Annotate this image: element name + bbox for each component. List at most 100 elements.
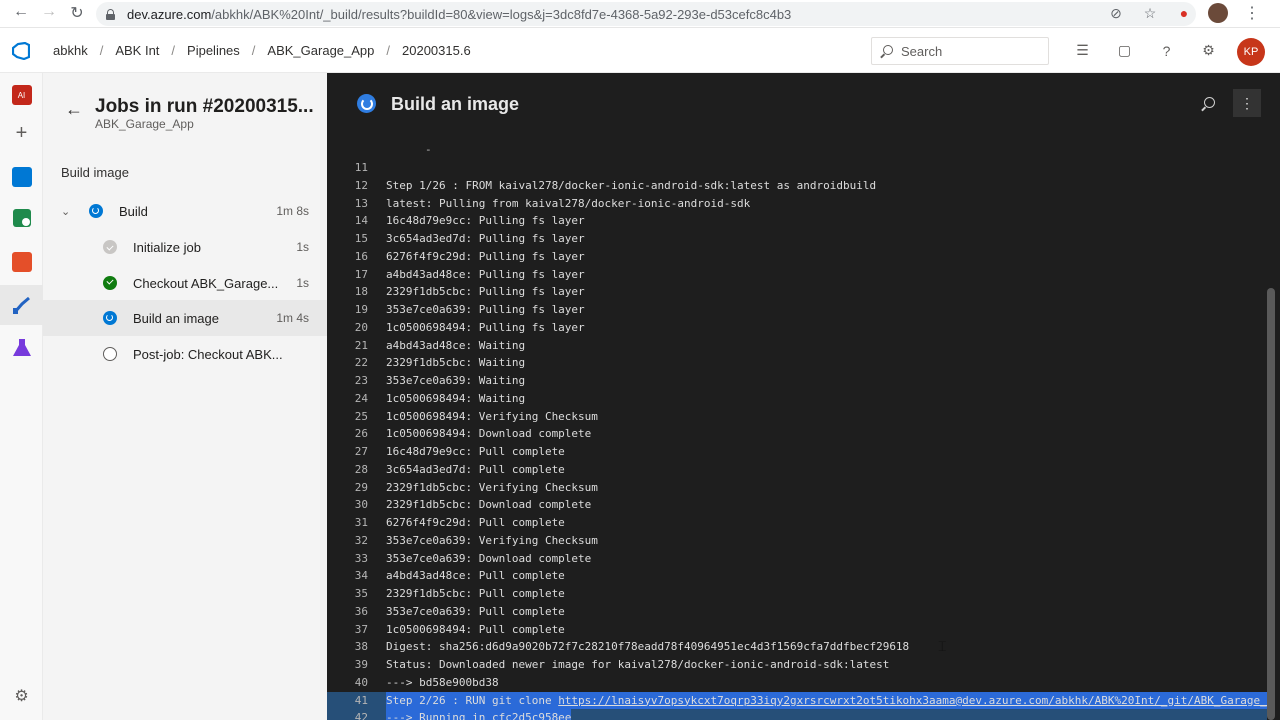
lock-icon (106, 8, 115, 20)
project-settings-item[interactable]: ⚙ (0, 676, 43, 716)
url-domain: dev.azure.com (127, 6, 212, 22)
log-line-text: 1c0500698494: Download complete (386, 427, 592, 441)
browser-forward-icon[interactable]: → (38, 3, 60, 21)
log-line-number: 19 (354, 303, 368, 316)
log-line-text: 16c48d79e9cc: Pull complete (386, 445, 565, 458)
jobs-panel: ← Jobs in run #20200315... ABK_Garage_Ap… (43, 73, 327, 720)
breadcrumb-pipelines[interactable]: Pipelines (187, 43, 240, 58)
step-name: Build an image (133, 310, 219, 326)
log-line-text: a4bd43ad48ce: Pulling fs layer (386, 267, 585, 281)
browser-profile-avatar[interactable] (1208, 3, 1228, 23)
pipelines-item[interactable] (0, 285, 43, 325)
back-arrow-icon[interactable]: ← (65, 99, 83, 120)
log-line: 36 353e7ce0a639: Pull complete (327, 603, 1267, 621)
help-icon[interactable]: ? (1156, 40, 1177, 61)
log-line-text: 6276f4f9c29d: Pull complete (386, 516, 565, 529)
log-line-text: 353e7ce0a639: Pulling fs layer (386, 303, 585, 316)
log-scrollbar[interactable] (1267, 288, 1275, 720)
breadcrumb-org[interactable]: abkhk (53, 43, 88, 58)
log-line-text: 6276f4f9c29d: Pulling fs layer (386, 249, 585, 263)
success-status-icon (103, 276, 117, 290)
log-line: 21 a4bd43ad48ce: Waiting (327, 337, 1267, 355)
log-line-number: 40 (354, 675, 368, 689)
log-body[interactable]: 11 12 Step 1/26 : FROM kaival278/docker-io… (327, 141, 1267, 720)
log-line: 27 16c48d79e9cc: Pull complete (327, 443, 1267, 461)
skipped-status-icon (103, 240, 117, 254)
step-row[interactable]: Checkout ABK_Garage... 1s (43, 265, 327, 301)
browser-menu-icon[interactable]: ⋮ (1242, 3, 1262, 23)
log-line-number: 16 (354, 249, 368, 263)
browser-back-icon[interactable]: ← (10, 3, 32, 21)
log-search-icon[interactable] (1201, 97, 1215, 111)
project-item[interactable]: AI (0, 75, 43, 115)
repos-icon (11, 252, 32, 272)
azure-devops-logo-icon[interactable] (12, 42, 30, 60)
step-duration: 1s (296, 240, 309, 254)
new-item[interactable]: + (0, 113, 43, 153)
log-line-number: 37 (354, 622, 368, 636)
log-line-number: 20 (354, 320, 368, 334)
log-line: 32 353e7ce0a639: Verifying Checksum (327, 532, 1267, 550)
log-line: 11 (327, 159, 1267, 177)
breadcrumb-separator: / (386, 43, 391, 58)
log-line-number: 17 (354, 267, 368, 281)
top-navigation-bar: abkhk / ABK Int / Pipelines / ABK_Garage… (0, 28, 1280, 73)
log-line-text: 3c654ad3ed7d: Pulling fs layer (386, 232, 585, 245)
log-line: 25 1c0500698494: Verifying Checksum (327, 408, 1267, 426)
step-duration: 1s (296, 276, 309, 290)
log-line-text: Step 1/26 : FROM kaival278/docker-ionic-… (386, 178, 877, 192)
log-line-text: a4bd43ad48ce: Waiting (386, 338, 526, 352)
browser-reload-icon[interactable]: ↻ (66, 3, 88, 23)
boards-item[interactable] (0, 157, 43, 197)
log-line-text: 2329f1db5cbc: Pulling fs layer (386, 285, 585, 299)
log-line-text: 2329f1db5cbc: Download complete (386, 498, 592, 512)
project-badge: AI (11, 85, 32, 105)
step-name: Post-job: Checkout ABK... (133, 346, 283, 362)
log-line: 39 Status: Downloaded newer image for kai… (327, 656, 1267, 674)
maps-pin-icon[interactable]: ● (1174, 3, 1194, 23)
log-line-number: 13 (354, 196, 368, 210)
log-line: 30 2329f1db5cbc: Download complete (327, 496, 1267, 514)
log-line: 26 1c0500698494: Download complete (327, 425, 1267, 443)
git-clone-link[interactable]: https://lnaisyv7opsykcxt7oqrp33iqy2gxrsr… (558, 694, 1267, 707)
marketplace-bag-icon[interactable]: ▢ (1114, 40, 1135, 61)
search-input[interactable]: Search (871, 37, 1049, 65)
translate-icon[interactable]: ⊘ (1106, 3, 1126, 23)
chevron-down-icon[interactable]: ⌄ (61, 205, 70, 218)
user-avatar[interactable]: KP (1237, 38, 1265, 66)
log-title: Build an image (391, 94, 520, 114)
repos-item[interactable] (0, 242, 43, 282)
log-line-number: 31 (354, 516, 368, 529)
overview-item[interactable] (0, 198, 43, 238)
breadcrumb-pipeline[interactable]: ABK_Garage_App (267, 43, 374, 58)
breadcrumb-run[interactable]: 20200315.6 (402, 43, 471, 58)
log-line: 22 2329f1db5cbc: Waiting (327, 354, 1267, 372)
test-plans-item[interactable] (0, 328, 43, 368)
step-duration: 1m 4s (276, 311, 309, 325)
task-list-icon[interactable]: ☰ (1072, 40, 1093, 61)
pending-status-icon (103, 347, 117, 361)
log-line-number: 38 (354, 640, 368, 654)
step-row[interactable]: Post-job: Checkout ABK... (43, 336, 327, 372)
log-line-number: 41 (354, 693, 368, 707)
log-line-number: 24 (354, 391, 368, 405)
job-row-build[interactable]: ⌄ Build 1m 8s (43, 193, 327, 229)
log-line-number: 15 (354, 232, 368, 245)
plus-icon: + (15, 121, 28, 144)
user-settings-icon[interactable]: ⚙ (1198, 40, 1219, 61)
log-line-text: ---> bd58e900bd38 (386, 675, 499, 689)
log-line-number: 25 (354, 409, 368, 423)
log-line-text: 353e7ce0a639: Waiting (386, 374, 526, 387)
address-bar[interactable]: dev.azure.com/abkhk/ABK%20Int/_build/res… (96, 2, 1196, 26)
step-row[interactable]: Initialize job 1s (43, 229, 327, 265)
log-line-number: 39 (354, 658, 368, 671)
log-line: 15 3c654ad3ed7d: Pulling fs layer (327, 230, 1267, 248)
jobs-title: Jobs in run #20200315... (95, 96, 314, 117)
job-duration: 1m 8s (276, 204, 309, 218)
star-icon[interactable]: ☆ (1140, 3, 1160, 23)
step-row-selected[interactable]: Build an image 1m 4s (43, 300, 327, 336)
breadcrumb-project[interactable]: ABK Int (115, 43, 159, 58)
log-line: 29 2329f1db5cbc: Verifying Checksum (327, 479, 1267, 497)
more-options-icon[interactable]: ⋮ (1233, 89, 1261, 117)
log-line: 42 ---> Running in cfc2d5c958ee (327, 709, 1267, 720)
